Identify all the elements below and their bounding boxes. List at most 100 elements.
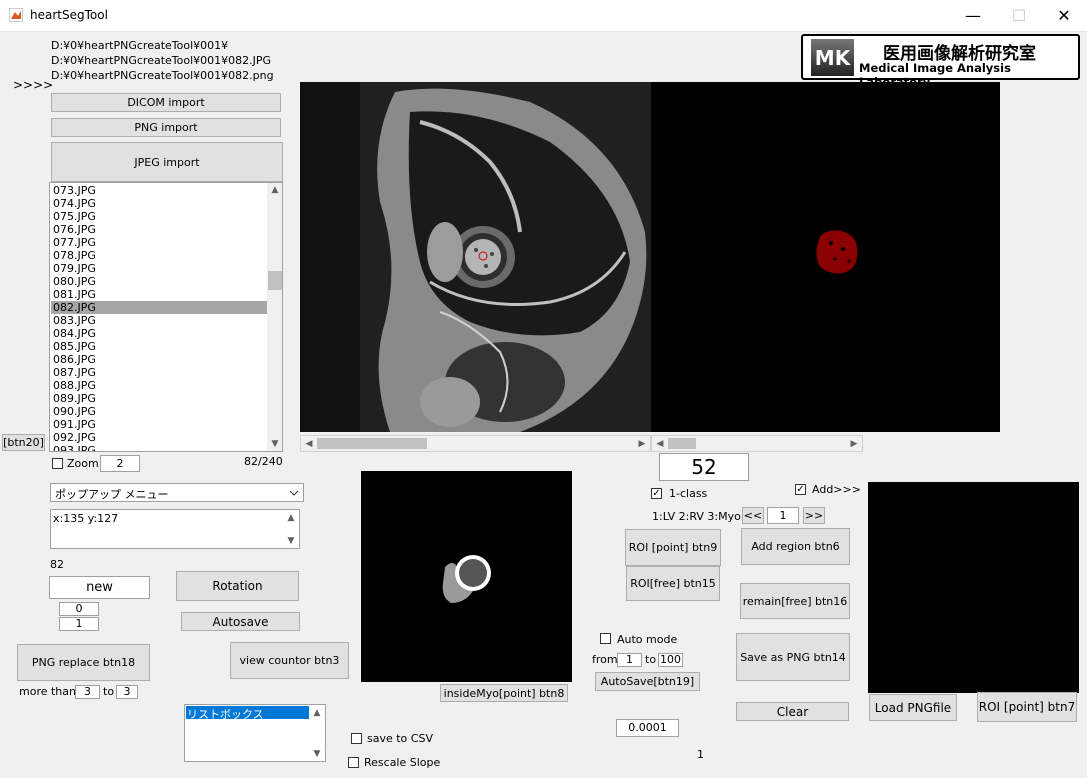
file-list[interactable]: 073.JPG 074.JPG 075.JPG 076.JPG 077.JPG 078.J…	[49, 182, 283, 452]
autosave-button[interactable]: Autosave	[181, 612, 300, 631]
more-than-b-input[interactable]: 3	[116, 685, 138, 699]
close-button[interactable]: ✕	[1041, 0, 1087, 31]
new-input[interactable]: new	[49, 576, 150, 599]
field-one[interactable]: 1	[59, 617, 99, 631]
listbox[interactable]: リストボックス ▲ ▼	[184, 704, 326, 762]
load-png-button[interactable]: Load PNGfile	[869, 694, 957, 721]
more-than-a-input[interactable]: 3	[75, 685, 100, 699]
save-csv-checkbox[interactable]	[351, 733, 362, 744]
file-list-item[interactable]: 076.JPG	[51, 223, 267, 236]
lab-logo: MK 医用画像解析研究室 Medical Image Analysis Labo…	[801, 34, 1080, 89]
file-list-items: 073.JPG 074.JPG 075.JPG 076.JPG 077.JPG 078.J…	[51, 184, 267, 451]
rescale-slope-label: Rescale Slope	[364, 756, 441, 769]
value-52-display: 52	[659, 453, 749, 481]
roi-point-btn7[interactable]: ROI [point] btn7	[977, 692, 1077, 722]
segmentation-mask	[816, 230, 858, 274]
inside-myo-button[interactable]: insideMyo[point] btn8	[440, 684, 568, 702]
file-list-item[interactable]: 080.JPG	[51, 275, 267, 288]
add-checkbox[interactable]: ✓	[795, 484, 806, 495]
scroll-up-icon[interactable]: ▲	[309, 706, 325, 720]
file-list-item[interactable]: 074.JPG	[51, 197, 267, 210]
scroll-left-icon[interactable]: ◀	[653, 437, 667, 450]
coords-textbox[interactable]: x:135 y:127 ▲ ▼	[50, 509, 300, 549]
file-list-item[interactable]: 078.JPG	[51, 249, 267, 262]
auto-mode-checkbox[interactable]	[600, 633, 611, 644]
scroll-thumb[interactable]	[268, 271, 282, 290]
dicom-import-button[interactable]: DICOM import	[51, 93, 281, 112]
rescale-slope-checkbox[interactable]	[348, 757, 359, 768]
btn20-button[interactable]: [btn20]	[2, 434, 45, 451]
zoom-input[interactable]: 2	[100, 455, 140, 472]
clear-button[interactable]: Clear	[736, 702, 849, 721]
popup-menu-select[interactable]: ポップアップ メニュー	[50, 483, 304, 502]
from-input[interactable]: 1	[617, 653, 642, 667]
coords-text: x:135 y:127	[53, 512, 119, 525]
jpeg-import-button[interactable]: JPEG import	[51, 142, 283, 182]
class-legend: 1:LV 2:RV 3:Myo	[652, 510, 741, 523]
file-list-item[interactable]: 084.JPG	[51, 327, 267, 340]
slice-counter: 82/240	[244, 455, 283, 468]
file-list-item[interactable]: 088.JPG	[51, 379, 267, 392]
file-list-item[interactable]: 090.JPG	[51, 405, 267, 418]
image-horizontal-scrollbar[interactable]: ◀ ▶	[300, 435, 651, 452]
scroll-up-icon[interactable]: ▲	[283, 511, 299, 525]
view-contour-button[interactable]: view countor btn3	[230, 642, 349, 679]
scroll-down-icon[interactable]: ▼	[267, 437, 282, 451]
scroll-left-icon[interactable]: ◀	[302, 437, 316, 450]
file-list-item[interactable]: 087.JPG	[51, 366, 267, 379]
file-list-scrollbar[interactable]: ▲ ▼	[267, 183, 282, 451]
file-list-item[interactable]: 093.JPG	[51, 444, 267, 451]
next-class-button[interactable]: >>	[803, 507, 825, 524]
rotation-button[interactable]: Rotation	[176, 571, 299, 601]
scroll-up-icon[interactable]: ▲	[267, 183, 282, 197]
add-region-btn6[interactable]: Add region btn6	[741, 528, 850, 565]
one-class-checkbox[interactable]: ✓	[651, 488, 662, 499]
file-list-item[interactable]: 075.JPG	[51, 210, 267, 223]
contour-preview[interactable]	[361, 471, 572, 682]
class-input[interactable]: 1	[767, 507, 799, 524]
remain-free-btn16[interactable]: remain[free] btn16	[740, 583, 850, 619]
png-import-button[interactable]: PNG import	[51, 118, 281, 137]
right-preview[interactable]	[868, 482, 1079, 693]
file-list-item[interactable]: 086.JPG	[51, 353, 267, 366]
listbox-item[interactable]: リストボックス	[186, 706, 309, 721]
roi-free-btn15[interactable]: ROI[free] btn15	[626, 566, 720, 601]
scroll-down-icon[interactable]: ▼	[283, 534, 299, 548]
scroll-right-icon[interactable]: ▶	[847, 437, 861, 450]
mri-image[interactable]	[300, 82, 651, 432]
zoom-checkbox[interactable]	[52, 458, 63, 469]
file-list-item[interactable]: 077.JPG	[51, 236, 267, 249]
contour-mask	[442, 555, 491, 603]
more-than-to-label: to	[103, 685, 115, 698]
autosave-btn19[interactable]: AutoSave[btn19]	[595, 672, 700, 691]
roi-point-btn9[interactable]: ROI [point] btn9	[625, 529, 721, 566]
file-list-item[interactable]: 089.JPG	[51, 392, 267, 405]
matlab-icon	[9, 8, 23, 22]
threshold-input[interactable]: 0.0001	[616, 719, 679, 737]
file-list-item[interactable]: 081.JPG	[51, 288, 267, 301]
file-list-item[interactable]: 085.JPG	[51, 340, 267, 353]
prev-class-button[interactable]: <<	[742, 507, 764, 524]
file-list-item[interactable]: 083.JPG	[51, 314, 267, 327]
lab-logo-mark: MK	[811, 39, 854, 76]
scroll-right-icon[interactable]: ▶	[635, 437, 649, 450]
file-list-item[interactable]: 092.JPG	[51, 431, 267, 444]
field-zero[interactable]: 0	[59, 602, 99, 616]
maximize-button[interactable]: ☐	[996, 0, 1042, 31]
png-replace-button[interactable]: PNG replace btn18	[17, 644, 150, 681]
scroll-thumb[interactable]	[668, 438, 696, 449]
segmentation-view[interactable]	[651, 82, 1000, 432]
to-input[interactable]: 100	[658, 653, 683, 667]
file-list-item[interactable]: 091.JPG	[51, 418, 267, 431]
seg-horizontal-scrollbar[interactable]: ◀ ▶	[651, 435, 863, 452]
scroll-thumb[interactable]	[317, 438, 427, 449]
file-list-item[interactable]: 082.JPG	[51, 301, 267, 314]
file-list-item[interactable]: 079.JPG	[51, 262, 267, 275]
to-label: to	[645, 653, 657, 666]
file-list-item[interactable]: 073.JPG	[51, 184, 267, 197]
scroll-down-icon[interactable]: ▼	[309, 747, 325, 761]
more-than-label: more than	[19, 685, 76, 698]
save-png-btn14[interactable]: Save as PNG btn14	[736, 633, 850, 681]
minimize-button[interactable]: —	[950, 0, 996, 31]
save-csv-label: save to CSV	[367, 732, 433, 745]
